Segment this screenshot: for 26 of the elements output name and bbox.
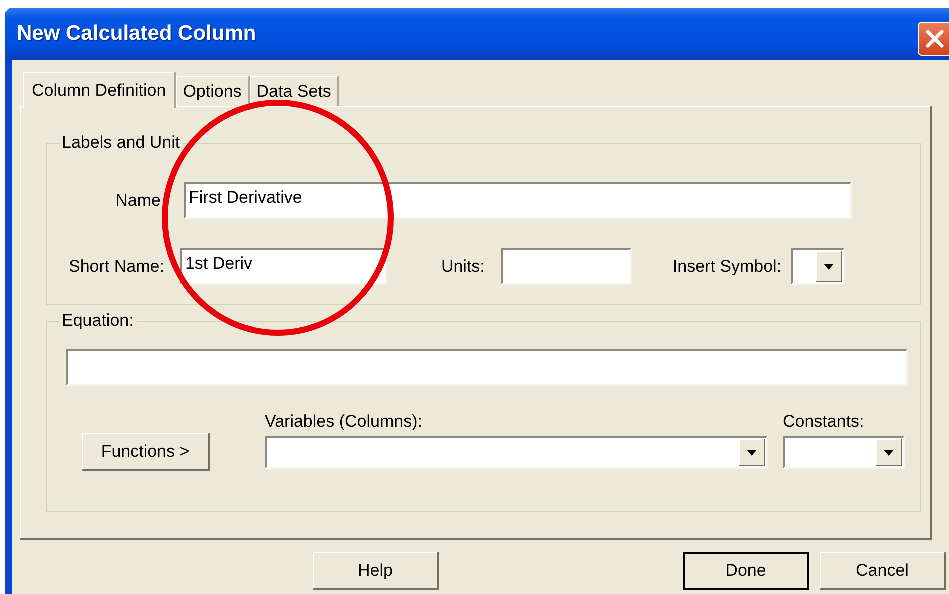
field-label: Short Name: (69, 256, 164, 276)
input-field[interactable] (500, 248, 632, 285)
dialog-button[interactable]: Cancel (820, 552, 946, 590)
input-field[interactable]: 1st Deriv (180, 248, 388, 285)
caret-icon (883, 448, 895, 456)
field-label: Units: (441, 256, 485, 276)
window-title: New Calculated Column (17, 22, 256, 46)
dropdown-arrow-button[interactable] (739, 439, 765, 466)
dropdown[interactable] (790, 248, 845, 285)
field-label: Variables (Columns): (265, 412, 424, 432)
field-label: Constants: (783, 412, 866, 432)
close-button[interactable] (918, 22, 949, 56)
dialog-button[interactable]: Done (683, 552, 809, 590)
field-label: Name (114, 190, 161, 210)
dialog-button[interactable]: Help (313, 552, 439, 590)
field-label: Insert Symbol: (672, 256, 782, 276)
input-field[interactable]: First Derivative (184, 182, 852, 219)
caret-icon (822, 262, 835, 270)
group-title: Equation: (59, 311, 137, 331)
dropdown-arrow-button[interactable] (816, 251, 842, 282)
tab[interactable]: Column Definition (23, 72, 176, 108)
input-field[interactable] (66, 349, 908, 386)
caret-icon (746, 448, 758, 456)
dropdown-arrow-button[interactable] (876, 439, 902, 466)
functions-button[interactable]: Functions > (82, 433, 210, 471)
tab[interactable]: Options (176, 76, 250, 106)
